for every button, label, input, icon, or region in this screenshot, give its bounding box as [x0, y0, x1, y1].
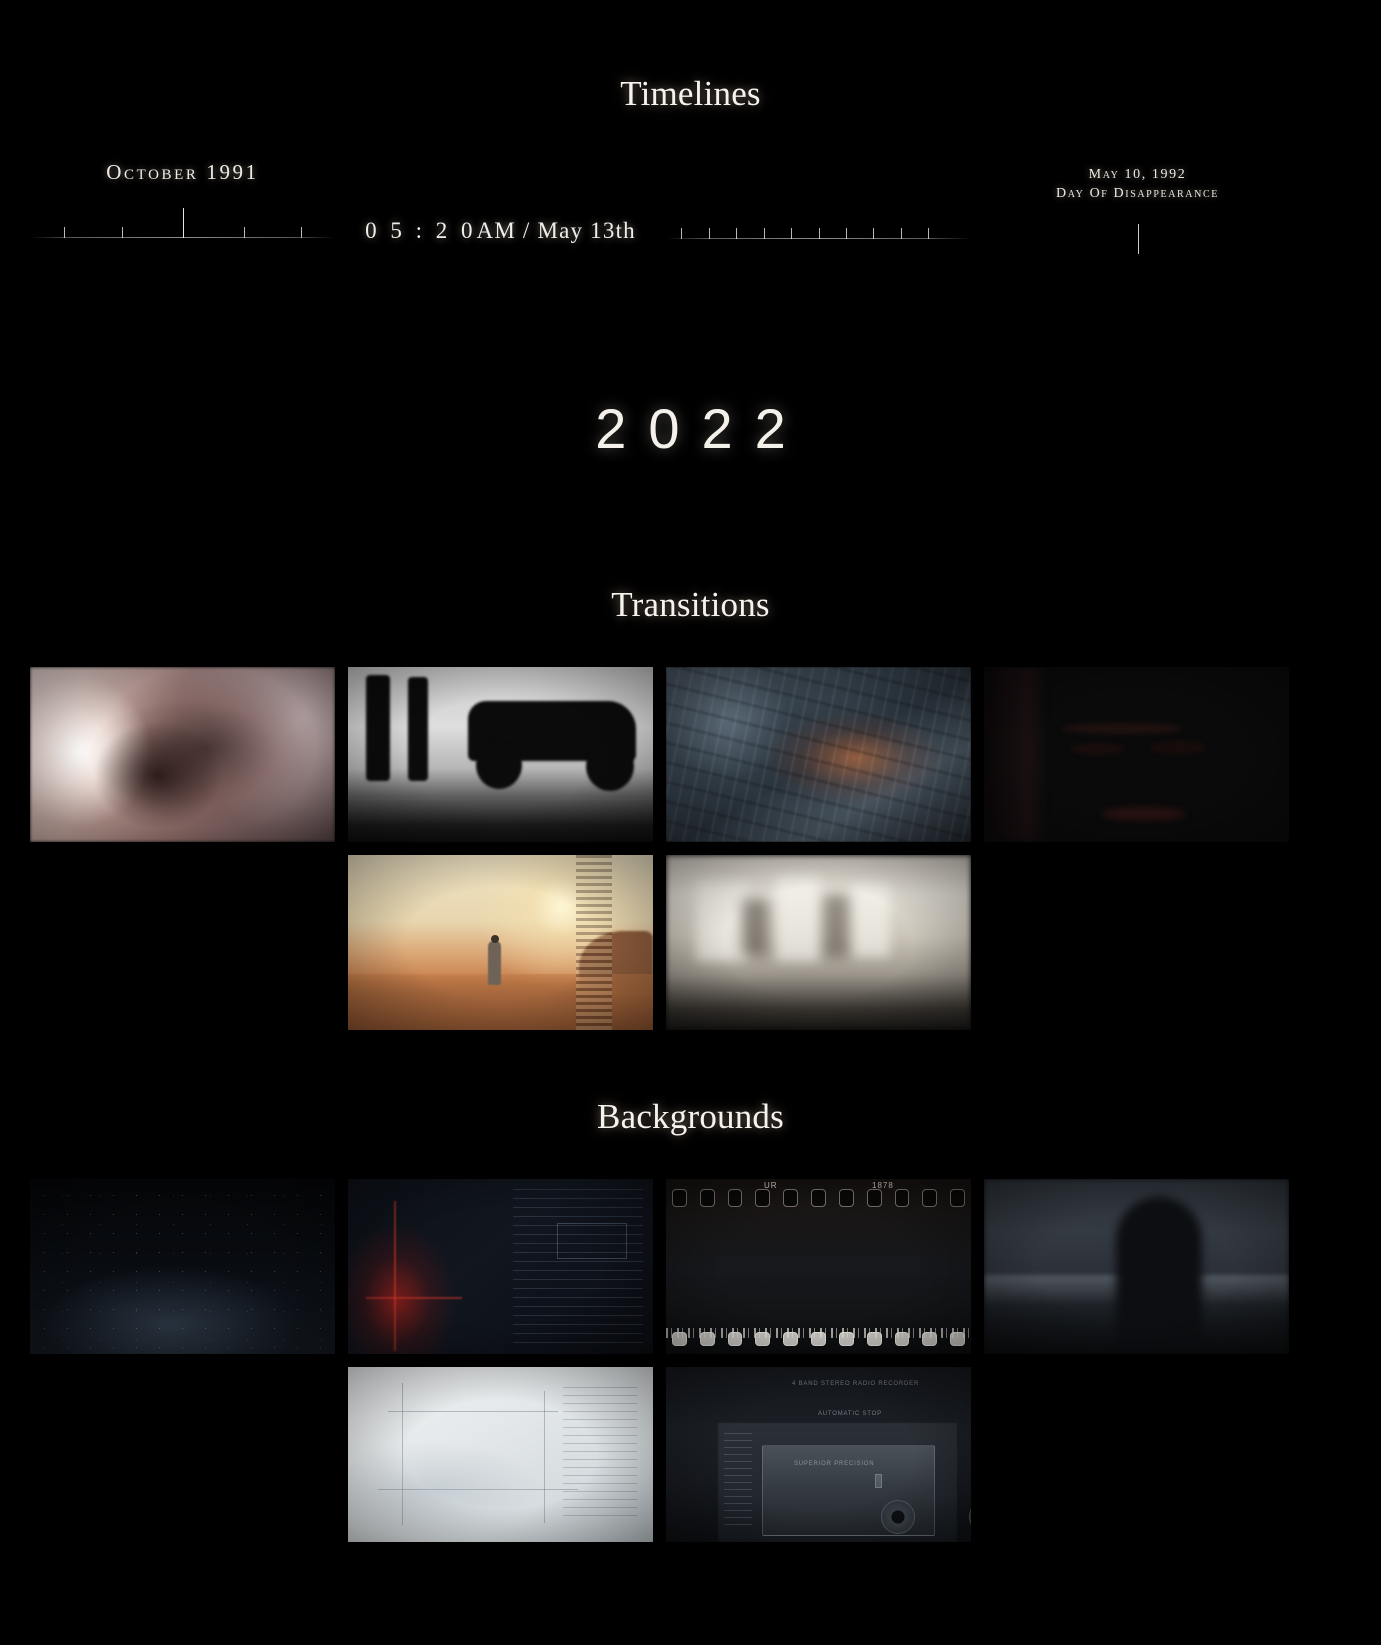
ruler-tick	[681, 228, 683, 239]
timeline-label-may-10-1992-subtitle: Day Of Disappearance	[1056, 185, 1219, 201]
ruler-tick	[708, 228, 710, 239]
playhead-bar	[1137, 223, 1139, 254]
silhouette-art	[984, 1179, 1289, 1354]
ruler-tick	[736, 228, 738, 239]
ruler-tick	[818, 228, 820, 239]
ruler-playhead-tick	[182, 208, 184, 238]
ruler-tick	[63, 227, 65, 238]
red-tech-art	[348, 1179, 653, 1354]
desert-art	[348, 855, 653, 1030]
ruler-tick	[873, 228, 875, 239]
timeline-item-ruler[interactable]	[666, 160, 971, 320]
timeline-item-clock[interactable]: 0 5 : 2 0AM / May 13th	[348, 160, 653, 320]
motion-blur-art	[666, 855, 971, 1030]
ruler-tick	[121, 227, 123, 238]
transition-thumbnail-desert-figure[interactable]	[348, 855, 653, 1030]
ruler-tick	[845, 228, 847, 239]
ruler-tick	[301, 227, 303, 238]
section-heading-timelines: Timelines	[620, 74, 761, 113]
background-thumbnail-dark-field[interactable]	[30, 1179, 335, 1354]
timeline-ruler-october-1991[interactable]	[30, 207, 335, 247]
backgrounds-grid: UR 1878 4 BAND STEREO RADIO RECORDER AUT…	[30, 1179, 1305, 1542]
ruler-tick	[791, 228, 793, 239]
cassette-label-primary: 4 BAND STEREO RADIO RECORDER	[792, 1381, 920, 1387]
blueprint-art	[348, 1367, 653, 1542]
background-thumbnail-cassette-deck[interactable]: 4 BAND STEREO RADIO RECORDER AUTOMATIC S…	[666, 1367, 971, 1542]
section-heading-backgrounds: Backgrounds	[597, 1097, 784, 1136]
car-park-art	[348, 667, 653, 842]
cassette-label-tape: SUPERIOR PRECISION	[794, 1461, 875, 1467]
timeline-label-may-10-1992-date: May 10, 1992	[1088, 167, 1187, 182]
app-canvas: Timelines October 1991 0 5 : 2 0AM / May…	[0, 0, 1381, 1645]
transition-thumbnail-motion-blur[interactable]	[666, 855, 971, 1030]
transitions-grid-spacer	[30, 855, 335, 1030]
ruler-tick	[928, 228, 930, 239]
background-thumbnail-silhouette-fog[interactable]	[984, 1179, 1289, 1354]
transition-thumbnail-glass-smear[interactable]	[666, 667, 971, 842]
film-sprocket-row-top	[666, 1185, 971, 1211]
ruler-tick	[900, 228, 902, 239]
film-strip-code-secondary: 1878	[872, 1181, 894, 1190]
film-strip-art: UR 1878	[666, 1179, 971, 1354]
backgrounds-grid-spacer	[30, 1367, 335, 1542]
timeline-label-october-1991: October 1991	[106, 160, 259, 184]
film-strip-code: UR	[764, 1181, 778, 1190]
transition-thumbnail-car-park-blur[interactable]	[348, 667, 653, 842]
background-thumbnail-film-strip[interactable]: UR 1878	[666, 1179, 971, 1354]
portrait-art	[984, 667, 1289, 842]
timeline-item-may-10-1992[interactable]: May 10, 1992 Day Of Disappearance	[985, 160, 1290, 320]
background-thumbnail-blueprint-grain[interactable]	[348, 1367, 653, 1542]
timeline-item-october-1991[interactable]: October 1991	[30, 160, 335, 320]
cassette-deck-art: 4 BAND STEREO RADIO RECORDER AUTOMATIC S…	[666, 1367, 971, 1542]
timeline-clock-suffix: AM / May 13th	[476, 218, 636, 243]
timeline-clock-digits: 0 5 : 2 0	[365, 218, 477, 243]
transitions-grid	[30, 667, 1305, 1030]
section-heading-transitions: Transitions	[611, 585, 770, 624]
transition-thumbnail-portrait-warm[interactable]	[984, 667, 1289, 842]
glass-smear-art	[666, 667, 971, 842]
transition-thumbnail-film-burn[interactable]	[30, 667, 335, 842]
background-thumbnail-red-tech-hud[interactable]	[348, 1179, 653, 1354]
ruler-tick	[243, 227, 245, 238]
film-burn-art	[30, 667, 335, 842]
ruler-tick	[763, 228, 765, 239]
cassette-label-autostop: AUTOMATIC STOP	[818, 1411, 882, 1417]
dark-field-art	[30, 1179, 335, 1354]
timeline-clock-readout: 0 5 : 2 0AM / May 13th	[348, 218, 653, 244]
timeline-ruler-scrubber[interactable]	[666, 208, 971, 248]
timelines-band: October 1991 0 5 : 2 0AM / May 13th May …	[0, 160, 1381, 320]
timeline-playhead-may-10-1992[interactable]	[985, 218, 1290, 258]
film-sprocket-row-bottom	[666, 1326, 971, 1352]
timeline-year-display: 2022	[595, 397, 808, 460]
